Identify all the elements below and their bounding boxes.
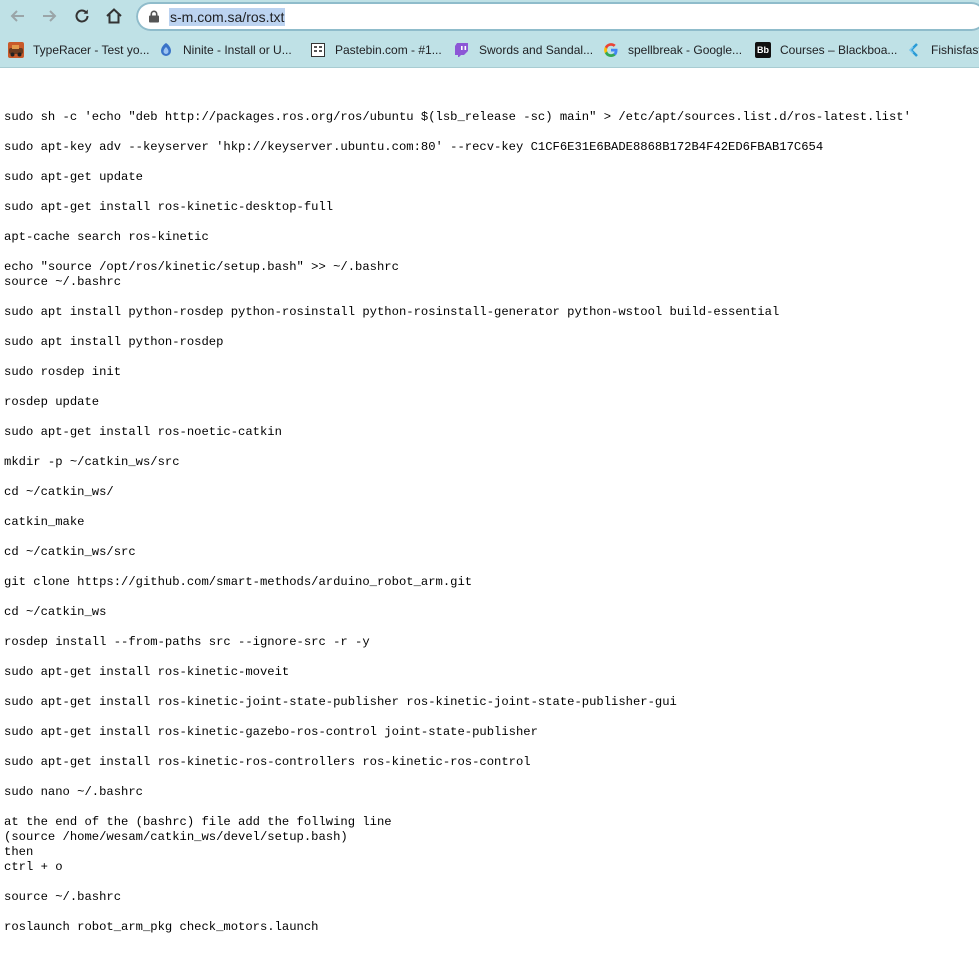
text-block: cd ~/catkin_ws/src <box>4 545 974 560</box>
bookmark-spellbreak[interactable]: spellbreak - Google... <box>603 39 742 61</box>
text-line: sudo nano ~/.bashrc <box>4 785 143 799</box>
bookmark-swords-and-sandals[interactable]: Swords and Sandal... <box>454 39 593 61</box>
browser-toolbar: s-m.com.sa/ros.txt <box>0 0 979 33</box>
text-block: source ~/.bashrc <box>4 890 974 905</box>
text-block: cd ~/catkin_ws <box>4 605 974 620</box>
text-line: mkdir -p ~/catkin_ws/src <box>4 455 180 469</box>
text-block: sudo apt-get install ros-kinetic-ros-con… <box>4 755 974 770</box>
text-line: rosdep update <box>4 395 100 409</box>
text-line: rosdep install --from-paths src --ignore… <box>4 635 370 649</box>
bookmarks-bar: TypeRacer - Test yo... Ninite - Install … <box>0 33 979 68</box>
text-block: sudo apt install python-rosdep python-ro… <box>4 305 974 320</box>
text-line: at the end of the (bashrc) file add the … <box>4 815 392 829</box>
bookmark-label: spellbreak - Google... <box>628 43 743 57</box>
text-line: cd ~/catkin_ws/src <box>4 545 136 559</box>
text-block: at the end of the (bashrc) file add the … <box>4 815 974 875</box>
address-bar[interactable]: s-m.com.sa/ros.txt <box>136 2 979 31</box>
home-icon <box>106 8 122 24</box>
text-block: sudo apt-get update <box>4 170 974 185</box>
text-line: cd ~/catkin_ws <box>4 605 107 619</box>
bookmark-label: Courses – Blackboa... <box>780 43 898 57</box>
lock-icon <box>149 10 159 23</box>
text-line: sudo apt-get install ros-kinetic-moveit <box>4 665 290 679</box>
text-line: sudo apt-get install ros-kinetic-ros-con… <box>4 755 531 769</box>
text-line: sudo rosdep init <box>4 365 122 379</box>
arrow-left-icon <box>10 10 24 22</box>
pastebin-icon <box>310 42 326 58</box>
bookmark-label: Fishisfast <box>931 43 979 57</box>
text-line: source ~/.bashrc <box>4 890 122 904</box>
bookmark-label: Pastebin.com - #1... <box>335 43 442 57</box>
text-block: sudo apt-key adv --keyserver 'hkp://keys… <box>4 140 974 155</box>
url-text[interactable]: s-m.com.sa/ros.txt <box>169 8 286 26</box>
text-block: roslaunch robot_arm_pkg check_motors.lau… <box>4 920 974 935</box>
text-line: sudo apt install python-rosdep python-ro… <box>4 305 780 319</box>
text-line: echo "source /opt/ros/kinetic/setup.bash… <box>4 260 399 274</box>
text-line: source ~/.bashrc <box>4 275 122 289</box>
reload-icon <box>75 9 89 23</box>
text-block: sudo rosdep init <box>4 365 974 380</box>
arrow-right-icon <box>43 10 57 22</box>
bookmark-ninite[interactable]: Ninite - Install or U... <box>158 39 292 61</box>
text-line: sudo apt-get install ros-noetic-catkin <box>4 425 282 439</box>
text-line: sudo apt-get install ros-kinetic-joint-s… <box>4 695 677 709</box>
text-block: apt-cache search ros-kinetic <box>4 230 974 245</box>
text-line: cd ~/catkin_ws/ <box>4 485 114 499</box>
text-line: apt-cache search ros-kinetic <box>4 230 209 244</box>
bookmark-fishisfast[interactable]: Fishisfast <box>906 39 979 61</box>
bookmark-courses-blackboard[interactable]: Bb Courses – Blackboa... <box>755 39 897 61</box>
forward-button[interactable] <box>37 5 61 27</box>
text-block: cd ~/catkin_ws/ <box>4 485 974 500</box>
typeracer-icon <box>8 42 24 58</box>
back-button[interactable] <box>6 5 30 27</box>
text-line: git clone https://github.com/smart-metho… <box>4 575 473 589</box>
bookmark-pastebin[interactable]: Pastebin.com - #1... <box>310 39 442 61</box>
text-line: sudo sh -c 'echo "deb http://packages.ro… <box>4 110 911 124</box>
text-block: rosdep update <box>4 395 974 410</box>
text-block: echo "source /opt/ros/kinetic/setup.bash… <box>4 260 974 290</box>
fishisfast-icon <box>906 42 922 58</box>
bookmark-label: Ninite - Install or U... <box>183 43 292 57</box>
google-icon <box>603 42 619 58</box>
text-line: ctrl + o <box>4 860 63 874</box>
twitch-icon <box>454 42 470 58</box>
text-block: sudo apt-get install ros-kinetic-gazebo-… <box>4 725 974 740</box>
reload-button[interactable] <box>70 5 94 27</box>
text-line: catkin_make <box>4 515 85 529</box>
blackboard-icon: Bb <box>755 42 771 58</box>
text-line: sudo apt-get install ros-kinetic-desktop… <box>4 200 334 214</box>
text-block: mkdir -p ~/catkin_ws/src <box>4 455 974 470</box>
text-block: sudo apt-get install ros-kinetic-moveit <box>4 665 974 680</box>
bookmark-label: Swords and Sandal... <box>479 43 594 57</box>
text-line: (source /home/wesam/catkin_ws/devel/setu… <box>4 830 348 844</box>
text-block: sudo sh -c 'echo "deb http://packages.ro… <box>4 110 974 125</box>
text-line: then <box>4 845 34 859</box>
text-line: sudo apt-key adv --keyserver 'hkp://keys… <box>4 140 824 154</box>
home-button[interactable] <box>102 5 126 27</box>
text-block: sudo apt-get install ros-kinetic-desktop… <box>4 200 974 215</box>
text-line: sudo apt-get install ros-kinetic-gazebo-… <box>4 725 538 739</box>
text-block: sudo nano ~/.bashrc <box>4 785 974 800</box>
text-line: sudo apt-get update <box>4 170 143 184</box>
text-block: sudo apt install python-rosdep <box>4 335 974 350</box>
text-line: roslaunch robot_arm_pkg check_motors.lau… <box>4 920 319 934</box>
text-line: sudo apt install python-rosdep <box>4 335 224 349</box>
bookmark-label: TypeRacer - Test yo... <box>33 43 150 57</box>
text-block: git clone https://github.com/smart-metho… <box>4 575 974 590</box>
text-block: rosdep install --from-paths src --ignore… <box>4 635 974 650</box>
text-document: sudo sh -c 'echo "deb http://packages.ro… <box>4 110 974 950</box>
text-block: catkin_make <box>4 515 974 530</box>
text-block: sudo apt-get install ros-kinetic-joint-s… <box>4 695 974 710</box>
text-block: sudo apt-get install ros-noetic-catkin <box>4 425 974 440</box>
ninite-icon <box>158 42 174 58</box>
bookmark-typeracer[interactable]: TypeRacer - Test yo... <box>8 39 150 61</box>
